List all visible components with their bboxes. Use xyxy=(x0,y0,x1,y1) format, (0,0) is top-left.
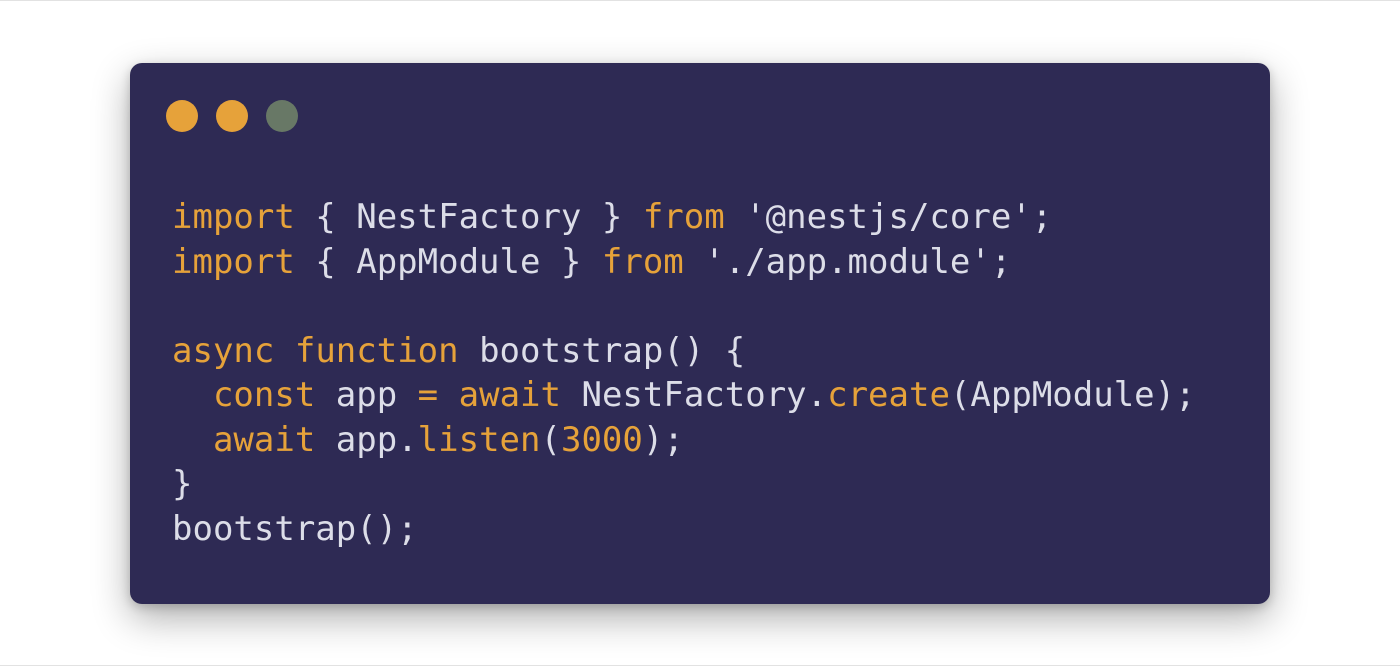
code-token-plain: bootstrap(); xyxy=(172,508,418,549)
code-token-plain: ; xyxy=(1031,197,1053,237)
code-token-plain: ; xyxy=(990,241,1012,282)
code-token-string: './app.module' xyxy=(704,241,991,282)
code-token-plain: app. xyxy=(315,419,418,460)
code-window: import { NestFactory } from '@nestjs/cor… xyxy=(130,63,1270,604)
code-token-keyword: async xyxy=(172,330,275,371)
code-token-keyword: const xyxy=(212,375,316,415)
code-token-keyword: function xyxy=(294,330,459,371)
code-token-func: listen xyxy=(417,419,541,460)
code-token-keyword: from xyxy=(642,197,725,237)
code-token-number: 3000 xyxy=(560,419,643,460)
code-token-func: create xyxy=(827,375,950,415)
code-token-plain: (AppModule); xyxy=(949,375,1196,415)
window-dot-1-icon xyxy=(166,100,198,132)
code-line: await app.listen(3000); xyxy=(172,418,1196,463)
code-token-keyword: import xyxy=(172,241,295,282)
code-token-plain: app xyxy=(315,375,418,415)
code-token-plain: ); xyxy=(642,419,684,460)
code-line: async function bootstrap() { xyxy=(172,329,1196,374)
code-token-keyword: import xyxy=(172,197,295,237)
code-token-keyword: await xyxy=(212,419,316,460)
code-token-plain: { NestFactory } xyxy=(294,197,643,237)
code-token-string: '@nestjs/core' xyxy=(745,197,1032,237)
code-line: import { AppModule } from './app.module'… xyxy=(172,240,1196,285)
window-dot-3-icon xyxy=(266,100,298,132)
code-line: bootstrap(); xyxy=(172,507,1196,552)
code-token-plain: NestFactory. xyxy=(561,375,828,415)
code-token-plain: ( xyxy=(540,419,561,460)
code-line: const app = await NestFactory.create(App… xyxy=(172,373,1196,418)
code-line: } xyxy=(172,462,1196,507)
code-token-plain: { AppModule } xyxy=(294,241,602,282)
code-token-keyword: = xyxy=(417,375,439,415)
bottom-divider xyxy=(0,665,1400,666)
window-dot-2-icon xyxy=(216,100,248,132)
code-token-plain: bootstrap() { xyxy=(458,330,746,371)
code-line: import { NestFactory } from '@nestjs/cor… xyxy=(172,195,1196,240)
top-divider xyxy=(0,0,1400,1)
code-token-keyword: from xyxy=(601,241,684,282)
code-token-plain: } xyxy=(172,464,193,504)
code-token-keyword: await xyxy=(458,375,561,415)
code-block: import { NestFactory } from '@nestjs/cor… xyxy=(172,195,1196,551)
